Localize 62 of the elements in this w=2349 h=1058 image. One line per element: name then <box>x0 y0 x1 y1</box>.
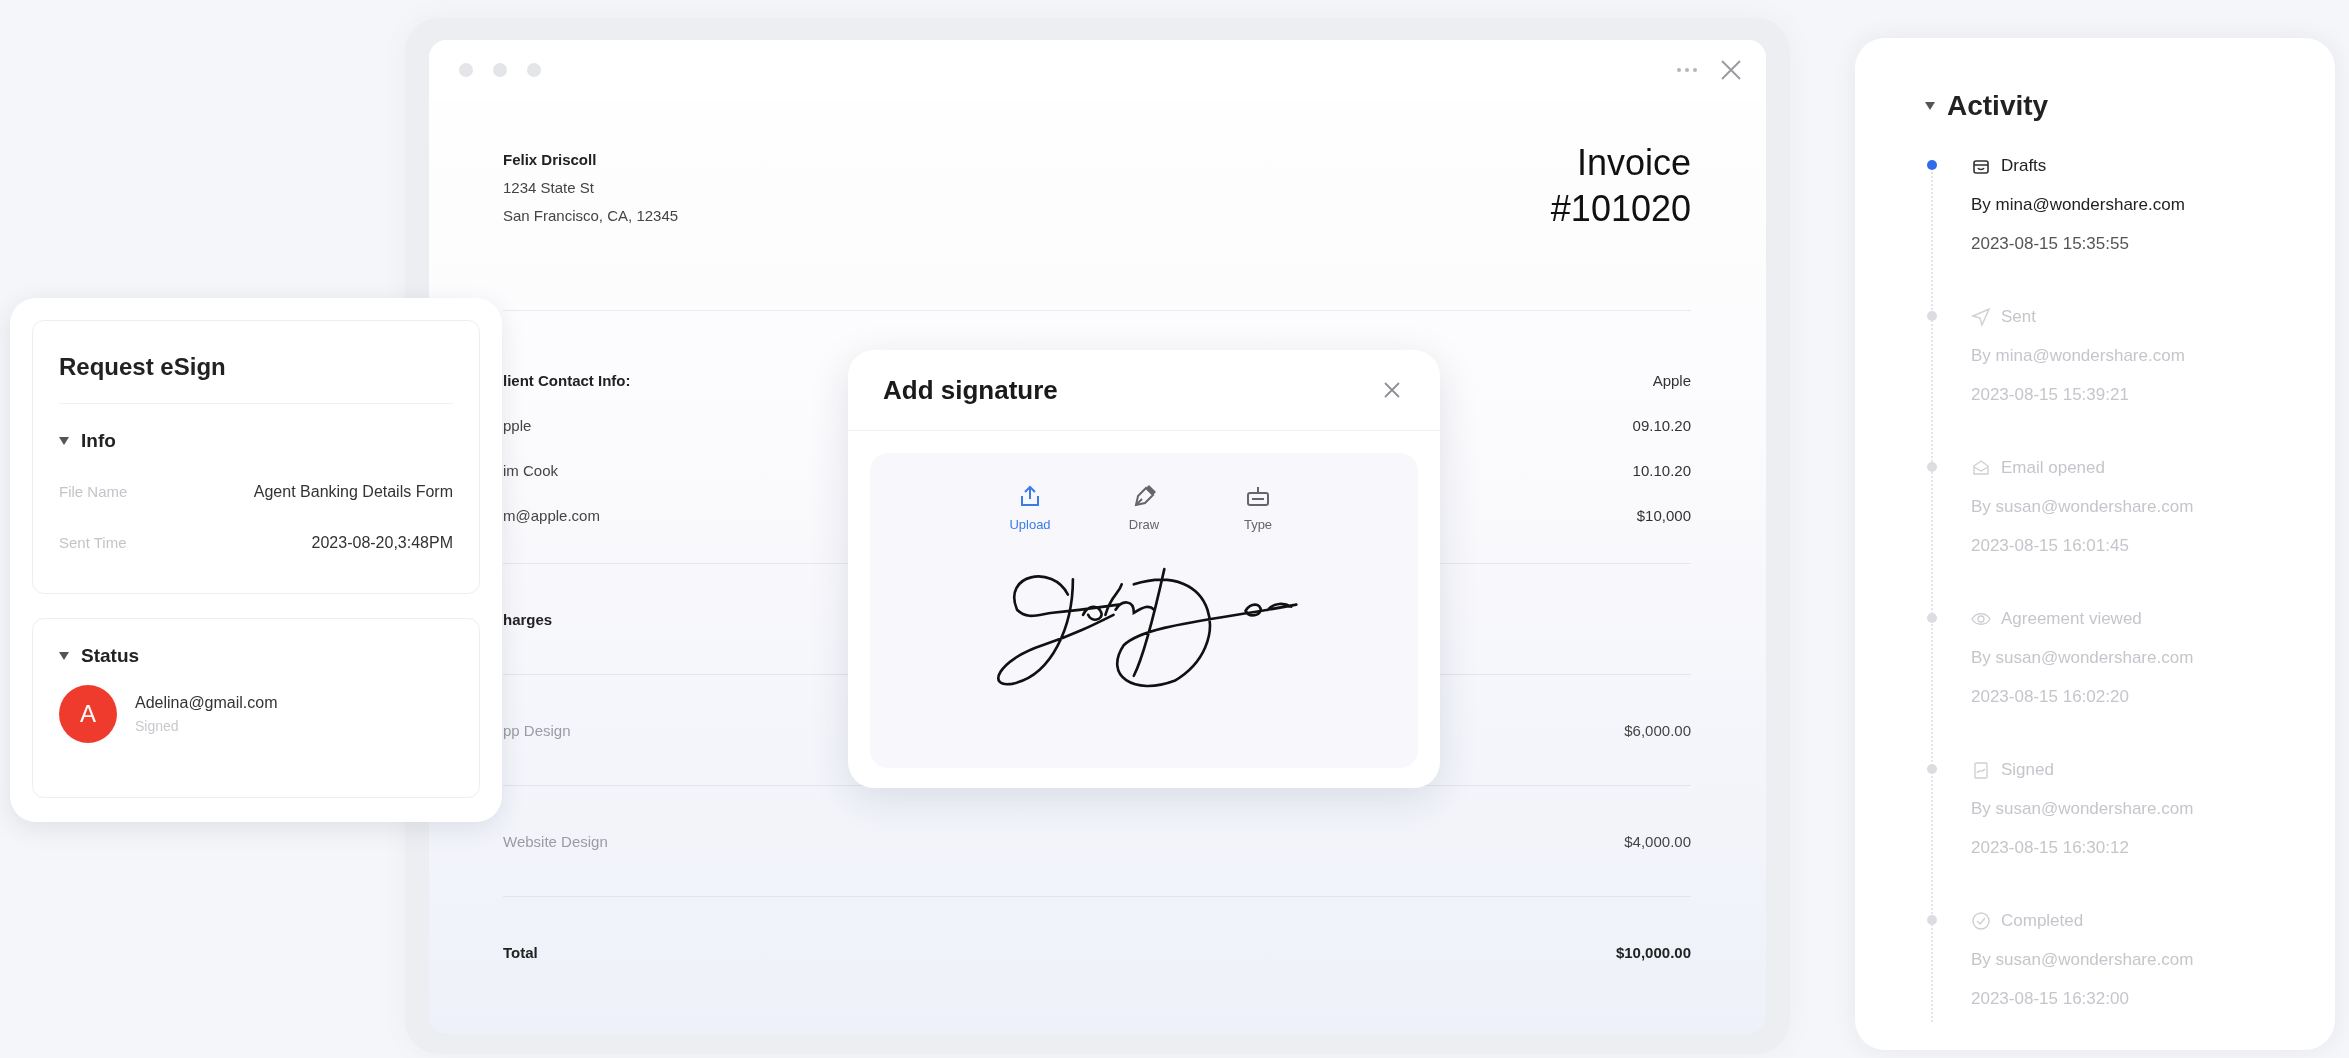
invoice-number: #101020 <box>1550 187 1691 231</box>
event-label: Email opened <box>2001 456 2105 479</box>
field-value: Agent Banking Details Form <box>253 482 453 501</box>
close-icon[interactable] <box>1720 59 1742 81</box>
event-time: 2023-08-15 16:32:00 <box>1971 987 2130 1010</box>
envelope-icon <box>1971 457 1991 478</box>
charge-item: pp Design <box>503 721 571 739</box>
charge-amount: $6,000.00 <box>1624 721 1691 739</box>
contact-value: $10,000 <box>1636 507 1691 524</box>
signature-tab[interactable]: Draw <box>1113 483 1175 532</box>
invoice-title: Invoice <box>1576 141 1691 185</box>
signature-tab[interactable]: Type <box>1227 483 1289 532</box>
contact-value: 09.10.20 <box>1632 417 1691 434</box>
event-author: By mina@wondershare.com <box>1971 344 2186 367</box>
dialog-title: Add signature <box>883 374 1058 406</box>
section-heading: Status <box>81 645 140 667</box>
section-heading: Info <box>81 430 116 452</box>
event-author: By susan@wondershare.com <box>1971 495 2195 518</box>
section-label: lient Contact Info: <box>503 372 631 389</box>
section-label: harges <box>503 610 553 628</box>
sender-name: Felix Driscoll <box>503 150 598 170</box>
signature-tab[interactable]: Upload <box>999 483 1061 532</box>
sender-street: 1234 State St <box>503 178 595 198</box>
contact-text: m@apple.com <box>503 507 600 524</box>
panel-title: Activity <box>1947 90 2049 122</box>
caret-icon[interactable] <box>59 437 69 445</box>
sender-city: San Francisco, CA, 12345 <box>503 206 679 226</box>
event-time: 2023-08-15 15:39:21 <box>1971 383 2130 406</box>
event-author: By susan@wondershare.com <box>1971 948 2195 971</box>
event-label: Agreement viewed <box>2001 607 2142 630</box>
signature-icon <box>1971 759 1991 780</box>
total-label: Total <box>503 943 538 961</box>
check-circle-icon <box>1971 910 1991 931</box>
event-time: 2023-08-15 16:02:20 <box>1971 685 2130 708</box>
caret-icon[interactable] <box>1925 102 1935 110</box>
event-time: 2023-08-15 15:35:55 <box>1971 232 2130 255</box>
more-icon[interactable] <box>1676 67 1698 73</box>
contact-text: pple <box>503 417 532 434</box>
send-icon <box>1971 306 1991 327</box>
contact-text: im Cook <box>503 462 558 479</box>
panel-title: Request eSign <box>59 321 453 404</box>
caret-icon[interactable] <box>59 652 69 660</box>
event-label: Sent <box>2001 305 2036 328</box>
signer-email: Adelina@gmail.com <box>135 694 278 712</box>
field-label: Sent Time <box>59 534 127 551</box>
avatar: A <box>59 685 117 743</box>
close-icon[interactable] <box>1384 382 1400 398</box>
event-label: Completed <box>2001 909 2084 932</box>
event-time: 2023-08-15 16:30:12 <box>1971 836 2130 859</box>
event-label: Signed <box>2001 758 2054 781</box>
field-value: 2023-08-20,3:48PM <box>311 533 453 552</box>
event-label: Drafts <box>2001 154 2047 177</box>
event-author: By susan@wondershare.com <box>1971 797 2195 820</box>
event-time: 2023-08-15 16:01:45 <box>1971 534 2130 557</box>
total-amount: $10,000.00 <box>1615 943 1691 961</box>
event-author: By mina@wondershare.com <box>1971 193 2186 216</box>
contact-value: Apple <box>1652 372 1691 389</box>
event-author: By susan@wondershare.com <box>1971 646 2195 669</box>
charge-amount: $4,000.00 <box>1624 832 1691 850</box>
field-label: File Name <box>59 483 128 500</box>
contact-value: 10.10.20 <box>1632 462 1691 479</box>
charge-item: Website Design <box>503 832 608 850</box>
